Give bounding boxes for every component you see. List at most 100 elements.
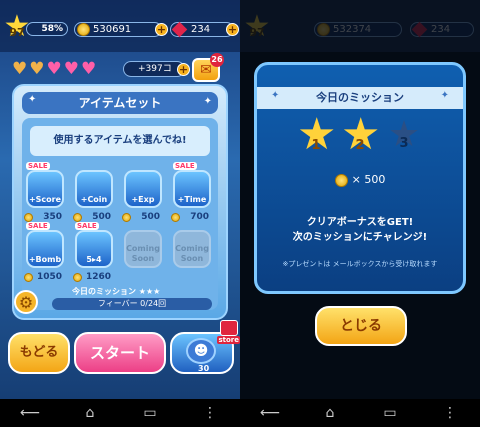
- gear-icon: ⚙: [18, 293, 34, 312]
- item-label: Coming Soon: [175, 244, 209, 263]
- coin-icon: [122, 213, 131, 222]
- price-exp: 500: [120, 212, 160, 222]
- present-note: ※プレゼントは メールボックスから受け取れます: [282, 260, 438, 268]
- gem-counter: 234 +: [170, 21, 239, 38]
- back-nav-icon[interactable]: ⟵: [255, 405, 285, 421]
- item-label: +Coin: [80, 195, 108, 204]
- store-button[interactable]: ☻ store 30: [170, 320, 240, 374]
- coin-icon: [73, 273, 82, 282]
- coin-icon: [171, 213, 180, 222]
- top-status-bar: ★ 97 58% 530691 + 234 +: [0, 0, 240, 52]
- close-button[interactable]: とじる: [315, 306, 407, 346]
- home-nav-icon[interactable]: ⌂: [315, 405, 345, 421]
- item-label: +Bomb: [28, 255, 62, 264]
- clear-bonus-text: クリアボーナスをGET! 次のミッションにチャレンジ!: [257, 215, 463, 245]
- panel-title: アイテムセット: [22, 92, 218, 114]
- start-button[interactable]: スタート: [74, 332, 166, 374]
- coin-icon: [24, 213, 33, 222]
- heart-icon: ♥: [46, 59, 62, 79]
- item-set-panel: アイテムセット ✦ ✦ 使用するアイテムを選んでね! SALE +Score +C…: [12, 84, 228, 320]
- price-coin: 500: [71, 212, 111, 222]
- item-prompt: 使用するアイテムを選んでね!: [30, 126, 210, 156]
- heart-icon: ♥: [63, 59, 79, 79]
- cookie-heart-icon: ♥: [29, 59, 45, 79]
- mission-stars: ★ 1 ★ 2 ★ 3: [257, 113, 463, 157]
- recents-nav-icon[interactable]: ▭: [135, 405, 165, 421]
- reward-amount: × 500: [257, 173, 463, 187]
- mission-title: 今日のミッション: [257, 87, 463, 109]
- item-coming-soon: Coming Soon: [124, 230, 162, 268]
- exp-percent: 58%: [26, 22, 68, 36]
- star-1-icon: ★ 1: [297, 113, 336, 157]
- android-nav-bar: ⟵ ⌂ ▭ ⋮: [0, 399, 240, 427]
- mission-dialog: 今日のミッション ✦ ✦ ★ 1 ★ 2 ★ 3 × 500 クリアボーナスをGET!…: [254, 62, 466, 294]
- hearts-row: ♥ ♥ ♥ ♥ ♥: [12, 60, 96, 78]
- sale-tag: SALE: [26, 222, 50, 230]
- item-bomb[interactable]: SALE +Bomb: [26, 222, 64, 268]
- mailbox-button[interactable]: ✉ 26: [192, 53, 224, 82]
- ruby-icon: [171, 21, 188, 38]
- heart-stock-value: +397コ: [138, 64, 172, 74]
- price-value: 350: [43, 212, 62, 222]
- gift-icon: [220, 320, 238, 336]
- sparkle-icon: ✦: [440, 90, 449, 101]
- add-gems-button[interactable]: +: [226, 23, 239, 36]
- cookie-heart-icon: ♥: [12, 59, 28, 79]
- mission-screen: ★97 532374 234 今日のミッション ✦ ✦ ★1 ★2 ★3 × 5…: [240, 0, 480, 399]
- coin-icon: [73, 213, 82, 222]
- item-coming-soon: Coming Soon: [173, 230, 211, 268]
- item-label: Coming Soon: [126, 244, 160, 263]
- star-number: 1: [311, 138, 321, 153]
- star-3-icon: ★ 3: [385, 117, 423, 155]
- star-number: 2: [355, 138, 365, 153]
- mission-label[interactable]: 今日のミッション ★★★: [72, 286, 160, 297]
- star-2-icon: ★ 2: [341, 113, 380, 157]
- item-label: +Exp: [131, 195, 155, 204]
- menu-nav-icon[interactable]: ⋮: [195, 405, 225, 421]
- item-label: 5▸4: [86, 255, 102, 264]
- add-hearts-button[interactable]: +: [177, 63, 190, 76]
- price-time: 700: [169, 212, 209, 222]
- back-nav-icon[interactable]: ⟵: [15, 405, 45, 421]
- back-button[interactable]: もどる: [8, 332, 70, 374]
- coin-icon: [77, 23, 90, 36]
- price-value: 1260: [85, 272, 111, 282]
- recents-nav-icon[interactable]: ▭: [375, 405, 405, 421]
- coin-counter: 530691 +: [74, 22, 168, 37]
- coin-icon: [334, 173, 348, 187]
- item-label: +Time: [177, 195, 207, 204]
- price-5to4: 1260: [71, 272, 111, 282]
- add-coins-button[interactable]: +: [155, 23, 168, 36]
- mail-icon: ✉: [200, 62, 212, 78]
- menu-nav-icon[interactable]: ⋮: [435, 405, 465, 421]
- price-value: 1050: [36, 272, 62, 282]
- item-grid: 使用するアイテムを選んでね! SALE +Score +Coin +Exp SAL…: [22, 118, 218, 310]
- sparkle-icon: ✦: [203, 96, 212, 107]
- settings-gear-button[interactable]: ⚙: [14, 290, 38, 314]
- heart-icon: ♥: [81, 59, 97, 79]
- gem-value: 234: [191, 24, 211, 35]
- item-label: +Score: [28, 195, 62, 204]
- reward-value: × 500: [351, 173, 386, 186]
- stitch-tsum-icon: ☻: [186, 338, 216, 364]
- price-value: 700: [190, 212, 209, 222]
- sale-tag: SALE: [173, 162, 197, 170]
- store-label: store: [217, 336, 240, 344]
- home-nav-icon[interactable]: ⌂: [75, 405, 105, 421]
- price-value: 500: [141, 212, 160, 222]
- sale-tag: SALE: [75, 222, 99, 230]
- item-exp[interactable]: +Exp: [124, 170, 162, 208]
- tsum-count: 30: [198, 364, 210, 373]
- price-score: 350: [22, 212, 62, 222]
- sale-tag: SALE: [26, 162, 50, 170]
- android-nav-bar: ⟵ ⌂ ▭ ⋮: [240, 399, 480, 427]
- coin-icon: [24, 273, 33, 282]
- price-bomb: 1050: [22, 272, 62, 282]
- item-5to4[interactable]: SALE 5▸4: [75, 222, 113, 268]
- item-score[interactable]: SALE +Score: [26, 162, 64, 208]
- item-time[interactable]: SALE +Time: [173, 162, 211, 208]
- clear-line-1: クリアボーナスをGET!: [306, 217, 414, 228]
- coin-value: 530691: [93, 24, 132, 35]
- price-value: 500: [92, 212, 111, 222]
- item-coin[interactable]: +Coin: [75, 170, 113, 208]
